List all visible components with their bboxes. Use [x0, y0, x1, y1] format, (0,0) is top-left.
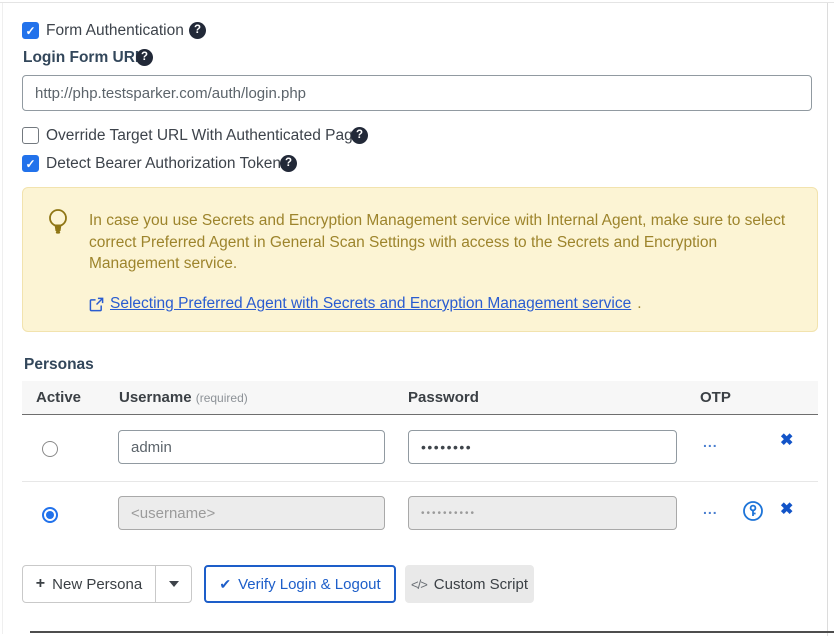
external-link-icon [89, 297, 104, 312]
verify-login-logout-button[interactable]: ✔ Verify Login & Logout [204, 565, 396, 603]
info-link-row: Selecting Preferred Agent with Secrets a… [89, 295, 642, 313]
form-authentication-checkbox[interactable]: ✓ [22, 22, 39, 39]
section-divider-dark [30, 631, 834, 633]
link-suffix: . [637, 295, 641, 313]
checkbox-check-icon: ✓ [25, 158, 35, 170]
vault-key-icon[interactable] [742, 500, 764, 522]
override-target-help-icon[interactable]: ? [351, 127, 368, 144]
column-header-password: Password [408, 389, 479, 406]
override-target-label: Override Target URL With Authenticated P… [46, 127, 361, 145]
personas-table-header: Active Username (required) Password OTP [22, 381, 818, 415]
persona-row2-password-input[interactable] [408, 496, 677, 530]
column-header-active: Active [36, 389, 81, 406]
preferred-agent-link[interactable]: Selecting Preferred Agent with Secrets a… [110, 295, 631, 313]
checkbox-check-icon: ✓ [25, 25, 35, 37]
persona-row2-username-input[interactable] [118, 496, 385, 530]
login-form-url-label: Login Form URL [23, 49, 144, 67]
persona-row1-active-radio[interactable] [42, 441, 58, 457]
detect-bearer-label: Detect Bearer Authorization Token [46, 155, 281, 173]
required-note: (required) [196, 391, 248, 405]
panel-left-border [2, 3, 3, 634]
new-persona-dropdown-button[interactable] [155, 565, 192, 603]
column-header-otp: OTP [700, 389, 731, 406]
detect-bearer-checkbox[interactable]: ✓ [22, 155, 39, 172]
login-form-url-help-icon[interactable]: ? [136, 49, 153, 66]
new-persona-button[interactable]: + New Persona [22, 565, 156, 603]
panel-top-border [0, 2, 834, 3]
check-icon: ✔ [219, 576, 231, 593]
radio-dot [46, 511, 54, 519]
column-header-username: Username (required) [119, 389, 248, 406]
persona-row2-otp-button[interactable]: ... [703, 501, 718, 517]
detect-bearer-help-icon[interactable]: ? [280, 155, 297, 172]
persona-row1-otp-button[interactable]: ... [703, 434, 718, 450]
login-form-url-input[interactable] [22, 75, 812, 111]
personas-title: Personas [24, 356, 94, 374]
plus-icon: + [36, 575, 45, 593]
form-authentication-help-icon[interactable]: ? [189, 22, 206, 39]
verify-label: Verify Login & Logout [238, 576, 381, 593]
panel-right-border [827, 3, 828, 636]
lightbulb-icon [45, 207, 71, 237]
form-authentication-settings-panel: ✓ Form Authentication ? Login Form URL ?… [0, 0, 834, 636]
info-text: In case you use Secrets and Encryption M… [89, 210, 801, 275]
persona-row2-delete-icon[interactable]: ✖ [780, 502, 793, 518]
custom-script-label: Custom Script [434, 576, 528, 593]
persona-row1-delete-icon[interactable]: ✖ [780, 433, 793, 449]
new-persona-label: New Persona [52, 576, 142, 593]
persona-row1-password-input[interactable] [408, 430, 677, 464]
row-separator [22, 481, 818, 482]
code-icon: </> [411, 577, 427, 592]
info-box: In case you use Secrets and Encryption M… [22, 187, 818, 332]
persona-row1-username-input[interactable] [118, 430, 385, 464]
persona-row2-active-radio[interactable] [42, 507, 58, 523]
form-authentication-label: Form Authentication [46, 22, 184, 40]
override-target-checkbox[interactable] [22, 127, 39, 144]
custom-script-button[interactable]: </> Custom Script [405, 565, 534, 603]
caret-down-icon [169, 581, 179, 587]
